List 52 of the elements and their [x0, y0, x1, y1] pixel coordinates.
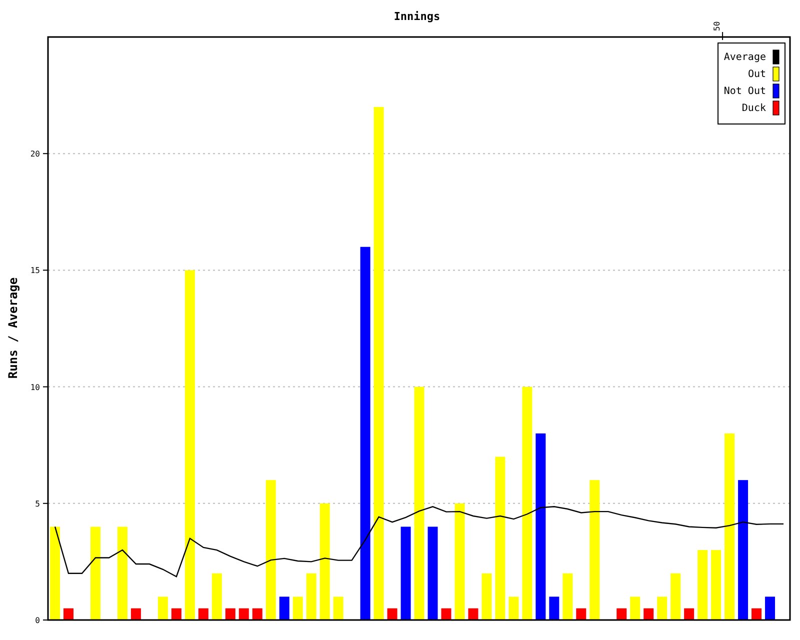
y-tick — [42, 153, 48, 154]
legend-swatch — [772, 84, 780, 98]
chart-title: Innings — [394, 10, 440, 23]
y-tick-label: 15 — [30, 266, 40, 276]
duck-bar — [238, 608, 249, 620]
duck-bar — [198, 608, 208, 620]
duck-bar — [130, 608, 141, 620]
duck-bar — [252, 608, 262, 620]
legend-swatch — [772, 100, 780, 116]
duck-bar — [752, 608, 762, 620]
y-tick — [42, 502, 48, 504]
duck-bar — [171, 608, 182, 620]
bar — [630, 596, 640, 620]
legend-label: Out — [748, 69, 766, 80]
bar — [306, 573, 316, 620]
bar — [657, 596, 668, 620]
duck-bar — [644, 608, 654, 620]
bar — [508, 596, 519, 620]
y-axis-label: Runs / Average — [6, 277, 20, 379]
y-tick-label: 0 — [35, 616, 40, 625]
duck-bar — [441, 608, 452, 620]
bar — [698, 550, 708, 620]
bar — [212, 573, 222, 620]
bar — [279, 596, 290, 620]
legend-swatch — [772, 66, 780, 82]
bar — [333, 596, 344, 620]
duck-bar — [225, 608, 236, 620]
duck-bar — [387, 608, 398, 620]
y-tick-label: 20 — [30, 150, 40, 159]
bar — [765, 596, 776, 620]
y-tick-label: 5 — [35, 499, 40, 508]
bar — [482, 573, 492, 620]
duck-bar — [684, 608, 694, 620]
duck-bar — [64, 608, 74, 620]
y-tick — [42, 270, 48, 271]
y-tick — [42, 386, 48, 388]
legend-label: Average — [724, 52, 766, 63]
bar — [292, 596, 303, 620]
bar — [158, 596, 168, 620]
legend-label: Not Out — [724, 86, 766, 97]
x-tick-label: 50 — [712, 21, 722, 31]
bar — [711, 550, 722, 620]
duck-bar — [576, 608, 586, 620]
duck-bar — [468, 608, 478, 620]
bar — [549, 596, 560, 620]
y-tick-label: 10 — [30, 382, 40, 392]
legend-swatch — [772, 50, 780, 64]
x-tick — [722, 32, 724, 40]
legend-label: Duck — [742, 103, 766, 114]
duck-bar — [616, 608, 627, 620]
bar — [562, 573, 573, 620]
bar — [670, 573, 681, 620]
